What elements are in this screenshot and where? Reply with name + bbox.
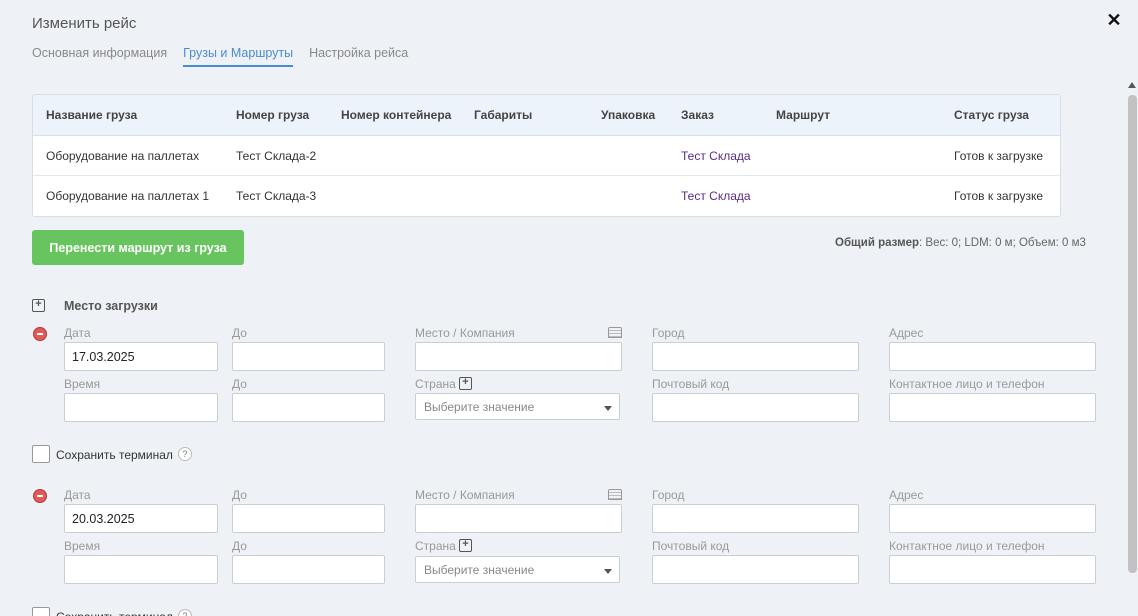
- col-header-name[interactable]: Название груза: [46, 108, 137, 122]
- tab-trip-settings[interactable]: Настройка рейса: [309, 46, 408, 67]
- city-label: Город: [652, 326, 685, 340]
- place-label: Место / Компания: [415, 488, 515, 502]
- cell-status: Готов к загрузке: [954, 149, 1044, 163]
- time-to-label: До: [232, 539, 247, 553]
- country-select[interactable]: Выберите значение: [415, 393, 620, 420]
- building-icon[interactable]: [608, 327, 622, 338]
- table-row[interactable]: Оборудование на паллетах Тест Склада-2 Т…: [33, 136, 1060, 176]
- col-header-route[interactable]: Маршрут: [776, 108, 830, 122]
- help-icon[interactable]: ?: [178, 609, 192, 616]
- cell-status: Готов к загрузке: [954, 189, 1044, 203]
- col-header-order[interactable]: Заказ: [681, 108, 714, 122]
- cell-order-link[interactable]: Тест Склада: [681, 189, 751, 203]
- remove-stop-icon[interactable]: [33, 327, 47, 341]
- time-input[interactable]: [64, 393, 218, 422]
- scroll-thumb[interactable]: [1128, 95, 1137, 573]
- address-input[interactable]: [889, 342, 1096, 371]
- date-label: Дата: [64, 488, 91, 502]
- place-input[interactable]: [415, 504, 622, 533]
- place-input[interactable]: [415, 342, 622, 371]
- date-to-label: До: [232, 326, 247, 340]
- building-icon[interactable]: [608, 489, 622, 500]
- country-select-placeholder: Выберите значение: [424, 400, 535, 414]
- date-to-input[interactable]: [232, 342, 385, 371]
- place-label: Место / Компания: [415, 326, 515, 340]
- total-size-summary: Общий размер: Вес: 0; LDM: 0 м; Объем: 0…: [835, 237, 1086, 249]
- add-country-icon[interactable]: +: [459, 377, 472, 390]
- save-terminal-label: Сохранить терминал: [56, 448, 173, 462]
- tab-bar: Основная информация Грузы и Маршруты Нас…: [32, 46, 408, 67]
- contact-input[interactable]: [889, 555, 1096, 584]
- country-label: Страна: [415, 377, 456, 391]
- tab-cargo-routes[interactable]: Грузы и Маршруты: [183, 46, 294, 67]
- remove-stop-icon[interactable]: [33, 489, 47, 503]
- col-header-number[interactable]: Номер груза: [236, 108, 309, 122]
- col-header-dimensions[interactable]: Габариты: [474, 108, 532, 122]
- help-icon[interactable]: ?: [178, 447, 192, 461]
- date-to-input[interactable]: [232, 504, 385, 533]
- scrollbar[interactable]: [1126, 80, 1138, 616]
- cell-number: Тест Склада-3: [236, 189, 317, 203]
- postal-label: Почтовый код: [652, 539, 730, 553]
- save-terminal-checkbox[interactable]: [32, 607, 50, 616]
- postal-input[interactable]: [652, 393, 859, 422]
- city-input[interactable]: [652, 504, 859, 533]
- cell-number: Тест Склада-2: [236, 149, 317, 163]
- time-to-input[interactable]: [232, 393, 385, 422]
- time-to-label: До: [232, 377, 247, 391]
- col-header-packing[interactable]: Упаковка: [601, 108, 655, 122]
- chevron-down-icon: [604, 406, 612, 411]
- total-size-values: : Вес: 0; LDM: 0 м; Объем: 0 м3: [919, 237, 1086, 249]
- col-header-container[interactable]: Номер контейнера: [341, 108, 451, 122]
- chevron-down-icon: [604, 569, 612, 574]
- cell-order-link[interactable]: Тест Склада: [681, 149, 751, 163]
- dialog-title: Изменить рейс: [32, 15, 137, 32]
- postal-input[interactable]: [652, 555, 859, 584]
- city-input[interactable]: [652, 342, 859, 371]
- postal-label: Почтовый код: [652, 377, 730, 391]
- contact-label: Контактное лицо и телефон: [889, 377, 1045, 391]
- table-header: Название груза Номер груза Номер контейн…: [33, 95, 1060, 136]
- country-select-placeholder: Выберите значение: [424, 563, 535, 577]
- time-label: Время: [64, 377, 101, 391]
- scroll-up-arrow-icon[interactable]: [1128, 82, 1136, 88]
- col-header-status[interactable]: Статус груза: [954, 108, 1029, 122]
- close-icon[interactable]: ✕: [1104, 10, 1124, 30]
- time-to-input[interactable]: [232, 555, 385, 584]
- table-row[interactable]: Оборудование на паллетах 1 Тест Склада-3…: [33, 176, 1060, 216]
- time-input[interactable]: [64, 555, 218, 584]
- time-label: Время: [64, 539, 101, 553]
- contact-label: Контактное лицо и телефон: [889, 539, 1045, 553]
- cell-name: Оборудование на паллетах: [46, 149, 200, 163]
- cargo-table: Название груза Номер груза Номер контейн…: [32, 94, 1061, 217]
- city-label: Город: [652, 488, 685, 502]
- address-label: Адрес: [889, 488, 924, 502]
- cell-name: Оборудование на паллетах 1: [46, 189, 210, 203]
- section-title-loading: Место загрузки: [64, 299, 158, 313]
- add-country-icon[interactable]: +: [459, 539, 472, 552]
- tab-main-info[interactable]: Основная информация: [32, 46, 167, 67]
- contact-input[interactable]: [889, 393, 1096, 422]
- add-loading-place-icon[interactable]: +: [32, 299, 45, 312]
- date-input[interactable]: [64, 342, 218, 371]
- save-terminal-checkbox[interactable]: [32, 445, 50, 463]
- date-label: Дата: [64, 326, 91, 340]
- address-label: Адрес: [889, 326, 924, 340]
- date-input[interactable]: [64, 504, 218, 533]
- country-select[interactable]: Выберите значение: [415, 556, 620, 583]
- country-label: Страна: [415, 539, 456, 553]
- total-size-label: Общий размер: [835, 237, 920, 249]
- save-terminal-label: Сохранить терминал: [56, 610, 173, 616]
- transfer-route-button[interactable]: Перенести маршрут из груза: [32, 230, 244, 265]
- date-to-label: До: [232, 488, 247, 502]
- address-input[interactable]: [889, 504, 1096, 533]
